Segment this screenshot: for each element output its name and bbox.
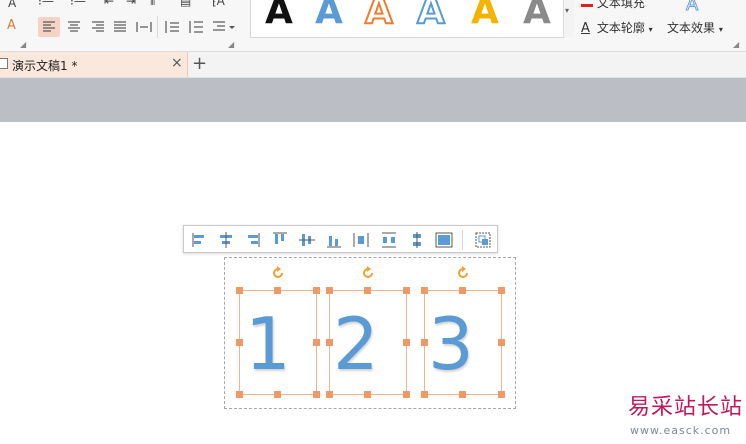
wordart-style-gold[interactable]: A — [471, 0, 499, 32]
ribbon-separator — [157, 16, 158, 38]
rotate-handle-icon[interactable] — [271, 266, 285, 280]
text-fill-icon — [581, 0, 593, 7]
distribute-horizontal-alt-button[interactable] — [380, 231, 398, 249]
resize-handle[interactable] — [421, 391, 428, 398]
align-center-text-icon[interactable] — [64, 17, 84, 37]
align-toolbar — [183, 225, 498, 253]
bullet-list-icon[interactable]: ⁝— — [38, 0, 54, 8]
justify-text-icon[interactable] — [110, 17, 130, 37]
resize-handle[interactable] — [459, 287, 466, 294]
rotate-handle-icon[interactable] — [456, 266, 470, 280]
text-direction-icon[interactable]: ▤ — [180, 0, 191, 8]
resize-handle[interactable] — [498, 287, 505, 294]
text-box-icon[interactable]: ⁅A — [212, 0, 225, 8]
paragraph-launcher-icon[interactable]: ◢ — [228, 40, 234, 49]
clear-format-icon[interactable]: A — [7, 19, 16, 33]
wordart-style-blue-outline[interactable]: A — [416, 0, 446, 33]
text-fill-button[interactable]: 文本填充 — [581, 0, 645, 11]
text-fill-label: 文本填充 — [596, 0, 645, 10]
resize-handle[interactable] — [236, 287, 243, 294]
resize-handle[interactable] — [498, 339, 505, 346]
align-right-text-icon[interactable] — [88, 17, 108, 37]
wordart-style-grey-gradient[interactable]: A — [523, 0, 551, 32]
text-effect-icon: A — [685, 0, 699, 16]
increase-indent-icon[interactable]: ⇥ — [126, 0, 136, 8]
resize-handle[interactable] — [364, 287, 371, 294]
line-spacing-icon[interactable] — [162, 17, 182, 37]
resize-handle[interactable] — [421, 287, 428, 294]
align-left-text-icon[interactable] — [38, 17, 60, 37]
align-bottom-button[interactable] — [325, 231, 343, 249]
indent-dropdown-icon[interactable] — [210, 17, 238, 37]
document-icon — [0, 58, 8, 69]
watermark-url: www.easck.com — [630, 424, 732, 437]
resize-handle[interactable] — [403, 391, 410, 398]
resize-handle[interactable] — [403, 339, 410, 346]
chevron-down-icon: ▾ — [718, 25, 723, 34]
close-tab-icon[interactable]: × — [171, 55, 183, 71]
align-middle-button[interactable] — [298, 231, 316, 249]
resize-handle[interactable] — [498, 391, 505, 398]
gallery-more-button[interactable]: ▾ — [563, 0, 574, 38]
wordart-gallery: A A A A A A — [250, 0, 574, 38]
paragraph-spacing-icon[interactable] — [186, 17, 206, 37]
textbox-1-digit[interactable]: 1 — [245, 308, 291, 380]
resize-handle[interactable] — [326, 339, 333, 346]
distribute-horizontal-button[interactable] — [352, 231, 370, 249]
resize-handle[interactable] — [326, 391, 333, 398]
resize-handle[interactable] — [313, 339, 320, 346]
resize-handle[interactable] — [403, 287, 410, 294]
resize-handle[interactable] — [274, 391, 281, 398]
align-top-button[interactable] — [271, 231, 289, 249]
document-tab-bar: 演示文稿1 * × + — [0, 52, 746, 78]
align-toolbar-separator — [462, 230, 463, 250]
decrease-indent-icon[interactable]: ⇤ — [104, 0, 114, 8]
fit-to-slide-button[interactable] — [435, 231, 453, 249]
text-effect-label: 文本效果 — [667, 21, 716, 35]
text-outline-label: 文本轮廓 — [596, 21, 645, 35]
textbox-3-digit[interactable]: 3 — [428, 308, 474, 380]
textbox-2-digit[interactable]: 2 — [333, 308, 379, 380]
resize-handle[interactable] — [421, 339, 428, 346]
distribute-vertical-button[interactable] — [408, 231, 426, 249]
editor-background — [0, 78, 746, 122]
distribute-text-icon[interactable] — [134, 17, 154, 37]
wordart-style-blue[interactable]: A — [315, 0, 343, 32]
new-tab-button[interactable]: + — [192, 53, 207, 74]
watermark-title: 易采站长站 — [628, 395, 744, 420]
gallery-expand-icon: ▾ — [565, 6, 570, 15]
numbered-list-icon[interactable]: ⁝— — [70, 0, 86, 8]
resize-handle[interactable] — [274, 287, 281, 294]
document-tab-title: 演示文稿1 * — [12, 59, 78, 73]
text-effect-button[interactable]: 文本效果 ▾ — [667, 19, 723, 36]
align-left-button[interactable] — [191, 231, 209, 249]
resize-handle[interactable] — [326, 287, 333, 294]
document-tab[interactable]: 演示文稿1 * × — [0, 52, 188, 77]
wordart-launcher-icon[interactable]: ◢ — [733, 40, 739, 49]
text-outline-icon: A — [581, 21, 590, 36]
resize-handle[interactable] — [313, 287, 320, 294]
resize-handle[interactable] — [459, 391, 466, 398]
align-center-button[interactable] — [217, 231, 235, 249]
rotate-handle-icon[interactable] — [361, 266, 375, 280]
resize-handle[interactable] — [236, 391, 243, 398]
resize-handle[interactable] — [236, 339, 243, 346]
font-launcher-icon[interactable]: ◢ — [20, 40, 26, 49]
font-color-icon[interactable]: A — [8, 0, 16, 10]
resize-handle[interactable] — [364, 391, 371, 398]
text-outline-button[interactable]: A 文本轮廓 ▾ — [581, 19, 653, 36]
wordart-style-black[interactable]: A — [265, 0, 293, 32]
wordart-style-orange-outline[interactable]: A — [364, 0, 394, 33]
resize-handle[interactable] — [313, 391, 320, 398]
align-right-button[interactable] — [243, 231, 261, 249]
columns-icon[interactable]: ⦀ — [150, 0, 155, 8]
group-objects-button[interactable] — [474, 231, 492, 249]
chevron-down-icon: ▾ — [648, 25, 653, 34]
ribbon: A ⁝— ⁝— ⇤ ⇥ ⦀ ▤ ⁅A A ◢ ◢ A A A A A A ▾ 文… — [0, 0, 746, 52]
